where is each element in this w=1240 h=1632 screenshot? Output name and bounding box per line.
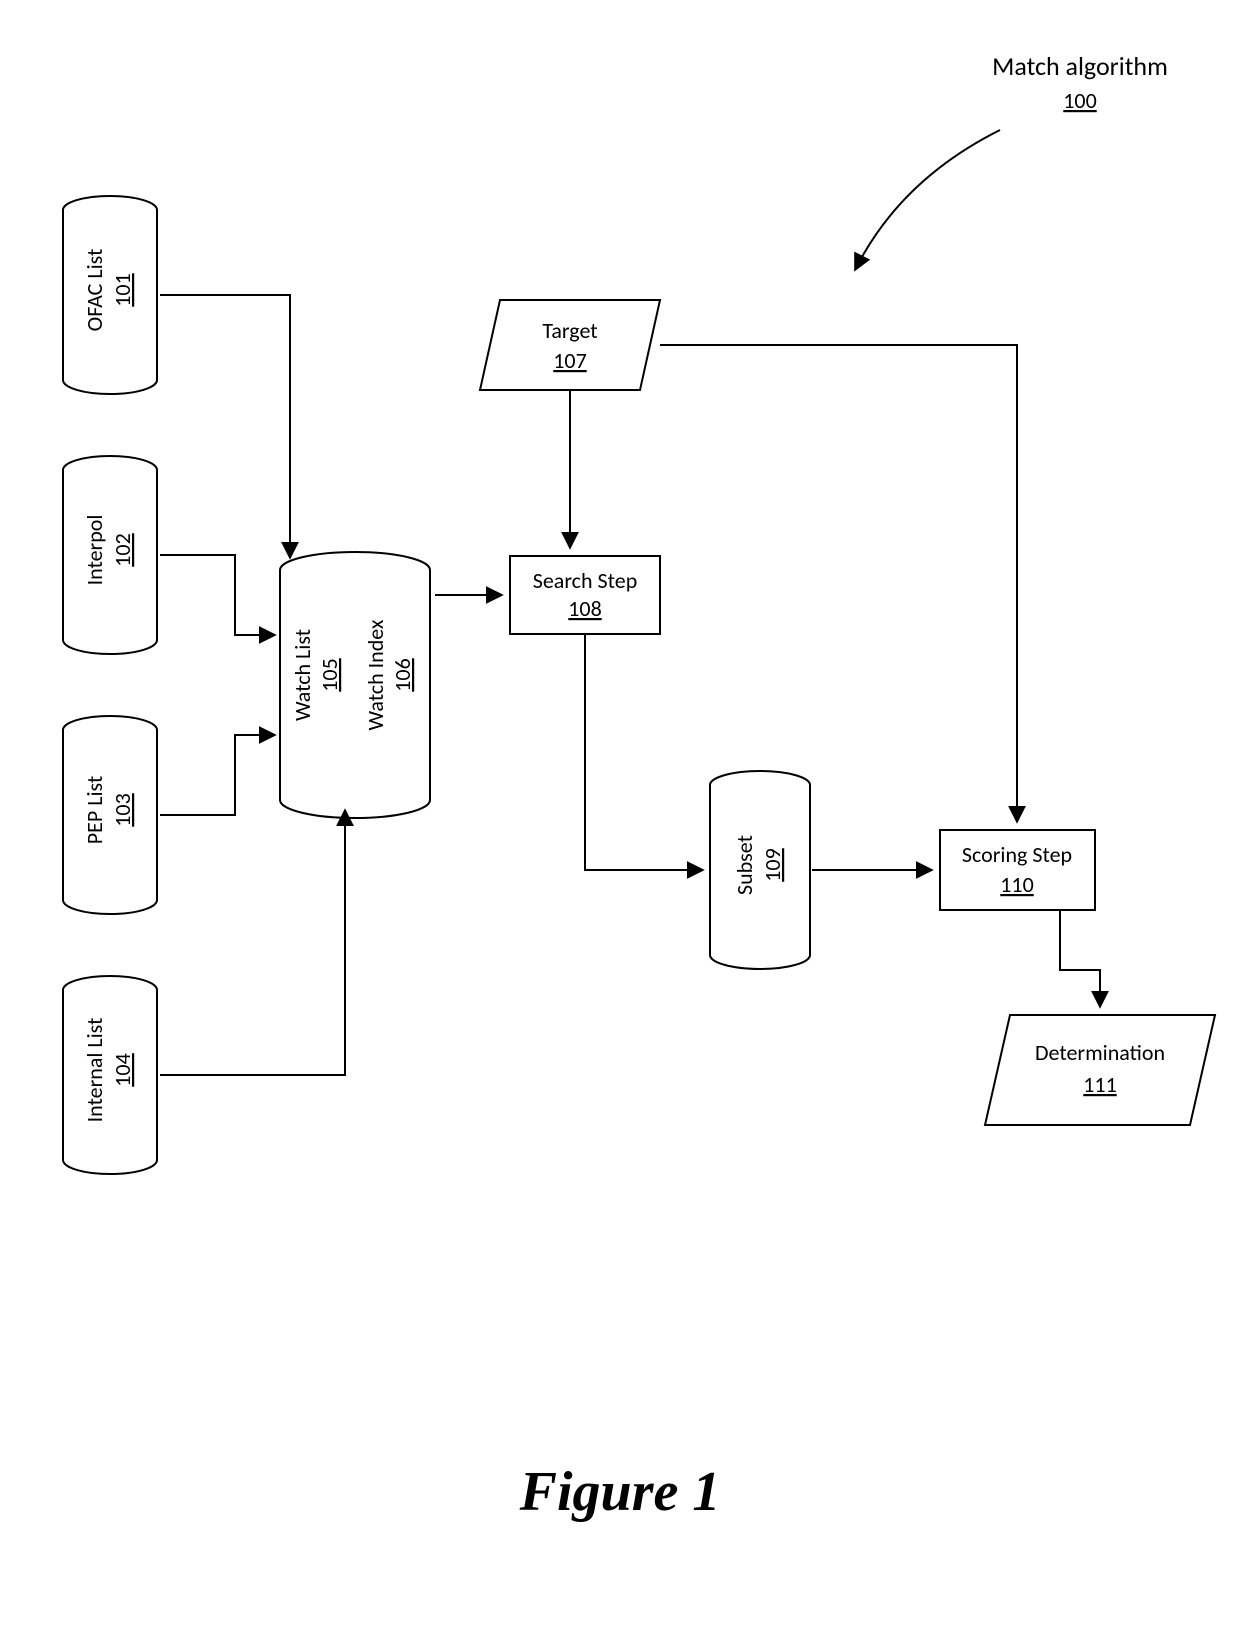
interpol-label: Interpol — [81, 515, 108, 586]
pep-label: PEP List — [81, 776, 108, 844]
cylinder-interpol: Interpol 102 — [63, 456, 157, 654]
cylinder-ofac: OFAC List 101 — [63, 196, 157, 394]
diagram-canvas: Match algorithm 100 OFAC List 101 Interp… — [0, 0, 1240, 1632]
arrow-internal-watchlist — [160, 810, 345, 1075]
ofac-label: OFAC List — [81, 249, 108, 332]
title-ref: 100 — [1063, 87, 1096, 114]
title-text: Match algorithm — [992, 50, 1168, 82]
title-block: Match algorithm 100 — [992, 50, 1168, 114]
target-label: Target — [542, 317, 597, 344]
internal-label: Internal List — [81, 1018, 108, 1123]
ofac-ref: 101 — [109, 273, 136, 306]
arrow-interpol-watchlist — [160, 555, 275, 635]
determination-label: Determination — [1035, 1039, 1165, 1066]
cylinder-pep: PEP List 103 — [63, 716, 157, 914]
watchlist-label1: Watch List — [289, 629, 316, 721]
arrow-pep-watchlist — [160, 735, 275, 815]
search-label: Search Step — [533, 567, 638, 594]
arrow-target-scoring — [660, 345, 1017, 822]
scoring-ref: 110 — [1000, 871, 1033, 898]
arrow-ofac-watchlist — [160, 295, 290, 558]
arrow-scoring-determination — [1060, 910, 1100, 1007]
scoring-step-box: Scoring Step 110 — [940, 830, 1095, 910]
cylinder-subset: Subset 109 — [710, 771, 810, 969]
title-pointer — [855, 130, 1000, 270]
subset-label: Subset — [731, 835, 758, 895]
cylinder-internal: Internal List 104 — [63, 976, 157, 1174]
search-ref: 108 — [568, 595, 601, 622]
watchlist-label2: Watch Index — [362, 619, 389, 730]
scoring-label: Scoring Step — [962, 841, 1072, 868]
target-ref: 107 — [553, 347, 586, 374]
determination-shape: Determination 111 — [985, 1015, 1215, 1125]
arrow-search-subset — [585, 634, 703, 870]
watchlist-ref1: 105 — [316, 658, 343, 691]
internal-ref: 104 — [109, 1053, 136, 1086]
determination-ref: 111 — [1083, 1071, 1116, 1098]
cylinder-watchlist: Watch List 105 Watch Index 106 — [280, 552, 430, 818]
search-step-box: Search Step 108 — [510, 556, 660, 634]
target-shape: Target 107 — [480, 300, 660, 390]
subset-ref: 109 — [759, 848, 786, 881]
pep-ref: 103 — [109, 793, 136, 826]
interpol-ref: 102 — [109, 533, 136, 566]
figure-caption: Figure 1 — [519, 1461, 721, 1523]
watchlist-ref2: 106 — [389, 658, 416, 691]
